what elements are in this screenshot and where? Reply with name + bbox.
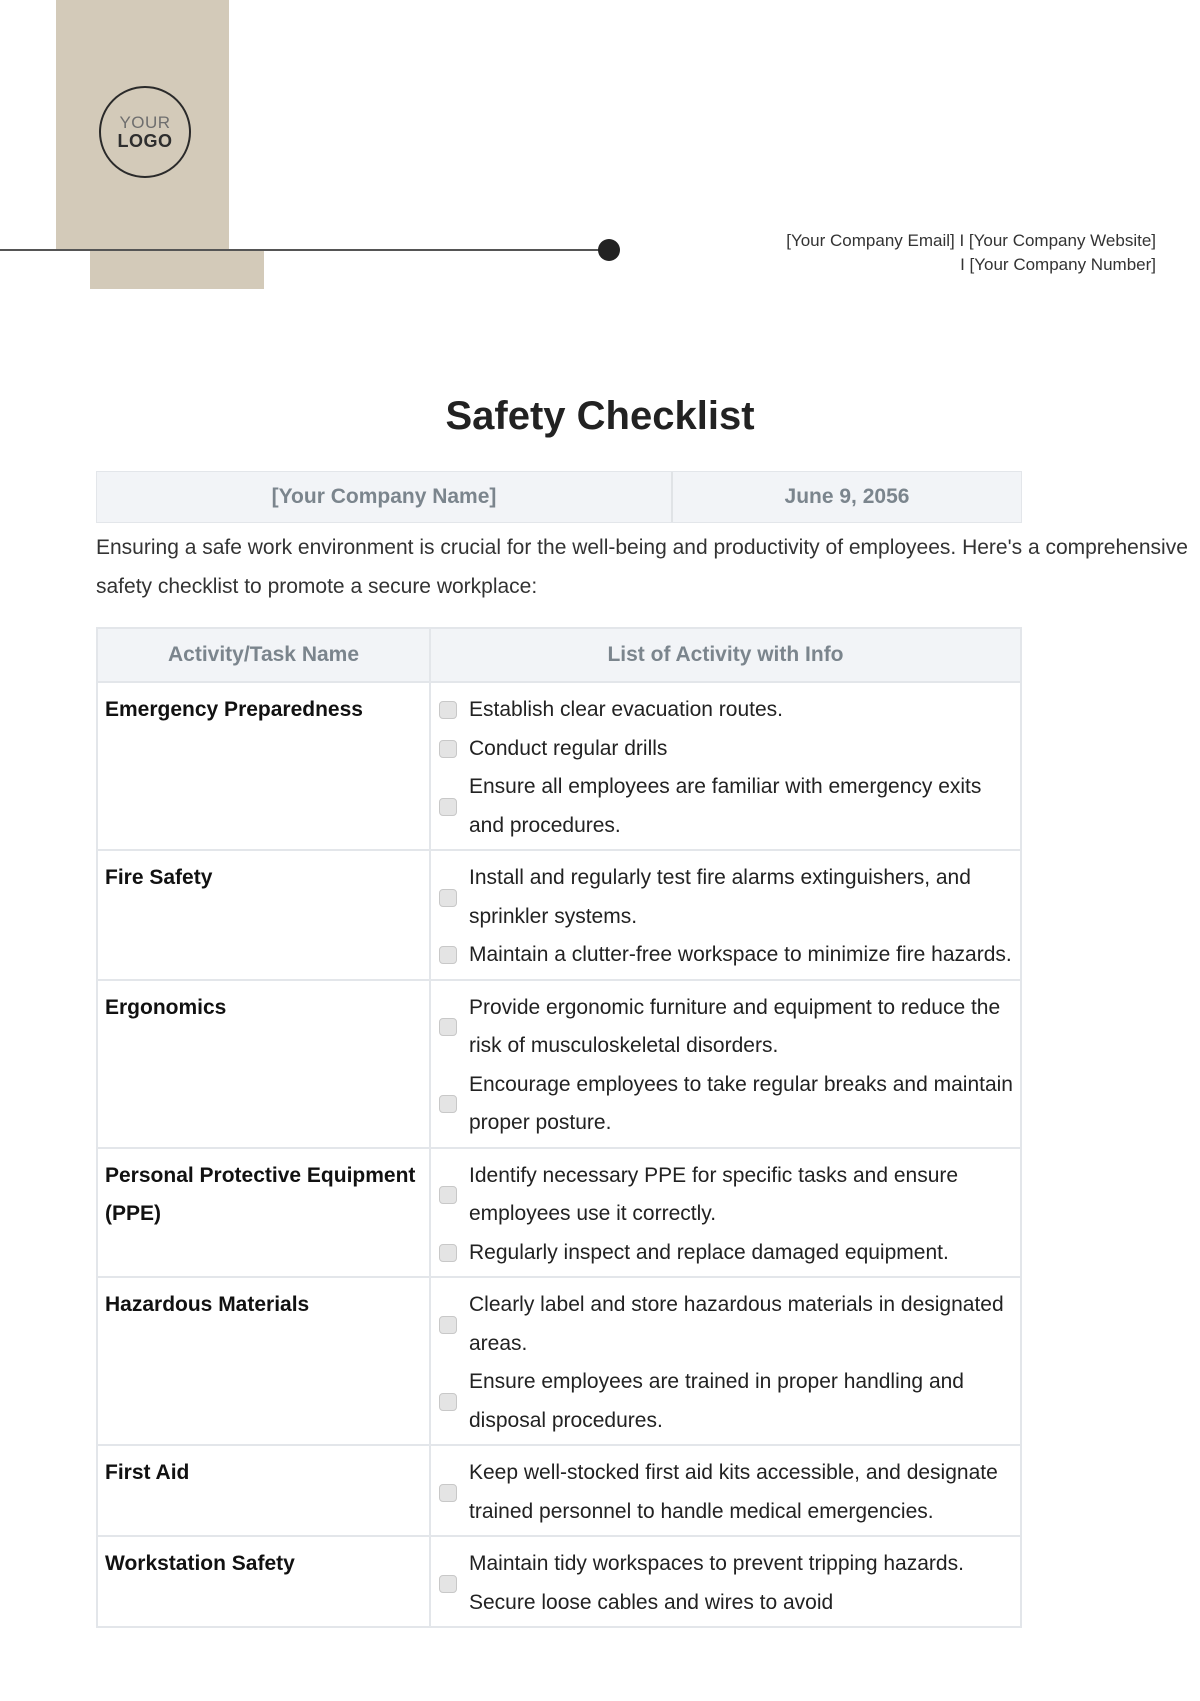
activity-items: Keep well-stocked first aid kits accessi… — [429, 1444, 1022, 1537]
checklist-item: Conduct regular drills — [439, 730, 1016, 769]
activity-name: Hazardous Materials — [96, 1276, 431, 1446]
checklist-item-text: Ensure employees are trained in proper h… — [469, 1370, 964, 1432]
company-name: [Your Company Name] — [97, 472, 673, 522]
checkbox[interactable] — [439, 701, 457, 720]
checklist-item: Regularly inspect and replace damaged eq… — [439, 1234, 1016, 1273]
checkbox[interactable] — [439, 946, 457, 965]
activity-items: Clearly label and store hazardous materi… — [429, 1276, 1022, 1446]
info-box: [Your Company Name] June 9, 2056 — [96, 471, 1022, 523]
logo-text-your: YOUR — [119, 112, 171, 132]
logo-text-logo: LOGO — [117, 130, 173, 151]
checklist-item: Install and regularly test fire alarms e… — [439, 859, 1016, 936]
table-row: Workstation Safety Maintain tidy workspac… — [96, 1535, 1022, 1628]
table-row: Personal Protective Equipment (PPE) Ident… — [96, 1146, 1022, 1278]
checklist-item-text: Regularly inspect and replace damaged eq… — [469, 1240, 949, 1264]
table-header-row: Activity/Task Name List of Activity with… — [96, 627, 1022, 683]
contact-line-2: I [Your Company Number] — [960, 255, 1156, 274]
checkbox[interactable] — [439, 739, 457, 758]
activity-name: Fire Safety — [96, 849, 431, 981]
checklist-item: Maintain a clutter-free workspace to min… — [439, 936, 1016, 975]
checklist-item: Ensure all employees are familiar with e… — [439, 768, 1016, 845]
page-title: Safety Checklist — [445, 394, 755, 438]
table-row: Emergency Preparedness Establish clear ev… — [96, 681, 1022, 851]
checklist-item-text: Keep well-stocked first aid kits accessi… — [469, 1461, 998, 1523]
checkbox[interactable] — [439, 1095, 457, 1113]
checklist-item-text: Install and regularly test fire alarms e… — [469, 866, 971, 928]
header-decor-band-lower — [90, 251, 264, 289]
table-row: First Aid Keep well-stocked first aid kit… — [96, 1444, 1022, 1537]
document-date: June 9, 2056 — [784, 485, 910, 508]
activity-name: Workstation Safety — [96, 1535, 431, 1628]
contact-line-1: [Your Company Email] I [Your Company Web… — [786, 231, 1156, 250]
activity-name: Ergonomics — [96, 978, 431, 1149]
column-header-info: List of Activity with Info — [429, 627, 1022, 683]
checklist-item-text: Identify necessary PPE for specific task… — [469, 1163, 959, 1226]
checklist-item-text: Maintain tidy workspaces to prevent trip… — [469, 1552, 964, 1614]
checklist-item-text: Establish clear evacuation routes. — [469, 698, 784, 721]
checklist-item: Keep well-stocked first aid kits accessi… — [439, 1454, 1016, 1531]
checkbox[interactable] — [439, 797, 457, 816]
checklist-item: Provide ergonomic furniture and equipmen… — [439, 989, 1016, 1066]
header-divider-line — [0, 249, 608, 251]
activity-name: First Aid — [96, 1444, 431, 1537]
checklist-item-text: Maintain a clutter-free workspace to min… — [469, 943, 1012, 966]
activity-items: Identify necessary PPE for specific task… — [429, 1146, 1022, 1278]
activity-items: Install and regularly test fire alarms e… — [429, 849, 1022, 981]
table-row: Hazardous Materials Clearly label and sto… — [96, 1276, 1022, 1446]
activity-items: Provide ergonomic furniture and equipmen… — [429, 978, 1022, 1149]
checklist-item: Clearly label and store hazardous materi… — [439, 1286, 1016, 1363]
checkbox[interactable] — [439, 1018, 457, 1036]
checklist-item-text: Encourage employees to take regular brea… — [469, 1072, 1013, 1135]
checklist-item: Establish clear evacuation routes. — [439, 691, 1016, 730]
checklist-item: Identify necessary PPE for specific task… — [439, 1157, 1016, 1234]
checklist-item-text: Conduct regular drills — [469, 736, 668, 760]
checkbox[interactable] — [439, 1315, 457, 1334]
checklist-item-text: Ensure all employees are familiar with e… — [469, 775, 982, 837]
checklist-item-text: Provide ergonomic furniture and equipmen… — [469, 995, 1001, 1058]
activity-items: Establish clear evacuation routes. Conduc… — [429, 681, 1022, 851]
company-contact: [Your Company Email] I [Your Company Web… — [786, 229, 1156, 277]
checkbox[interactable] — [439, 1574, 457, 1593]
column-header-activity: Activity/Task Name — [96, 627, 431, 683]
checkbox[interactable] — [439, 1392, 457, 1411]
table-row: Fire Safety Install and regularly test fi… — [96, 849, 1022, 981]
checkbox[interactable] — [439, 1243, 457, 1262]
activity-items: Maintain tidy workspaces to prevent trip… — [429, 1535, 1022, 1628]
safety-checklist-table: Activity/Task Name List of Activity with… — [96, 627, 1022, 1628]
intro-paragraph: Ensuring a safe work environment is cruc… — [96, 536, 1188, 598]
company-logo: YOUR LOGO — [99, 86, 191, 178]
activity-name: Personal Protective Equipment (PPE) — [96, 1146, 431, 1278]
checkbox[interactable] — [439, 888, 457, 907]
checklist-item: Maintain tidy workspaces to prevent trip… — [439, 1545, 1016, 1622]
checklist-item-text: Clearly label and store hazardous materi… — [469, 1293, 1004, 1355]
checkbox[interactable] — [439, 1483, 457, 1502]
activity-name: Emergency Preparedness — [96, 681, 431, 851]
checkbox[interactable] — [439, 1186, 457, 1204]
checklist-item: Ensure employees are trained in proper h… — [439, 1363, 1016, 1440]
table-row: Ergonomics Provide ergonomic furniture an… — [96, 978, 1022, 1149]
header-divider-dot — [598, 239, 620, 261]
checklist-item: Encourage employees to take regular brea… — [439, 1066, 1016, 1143]
